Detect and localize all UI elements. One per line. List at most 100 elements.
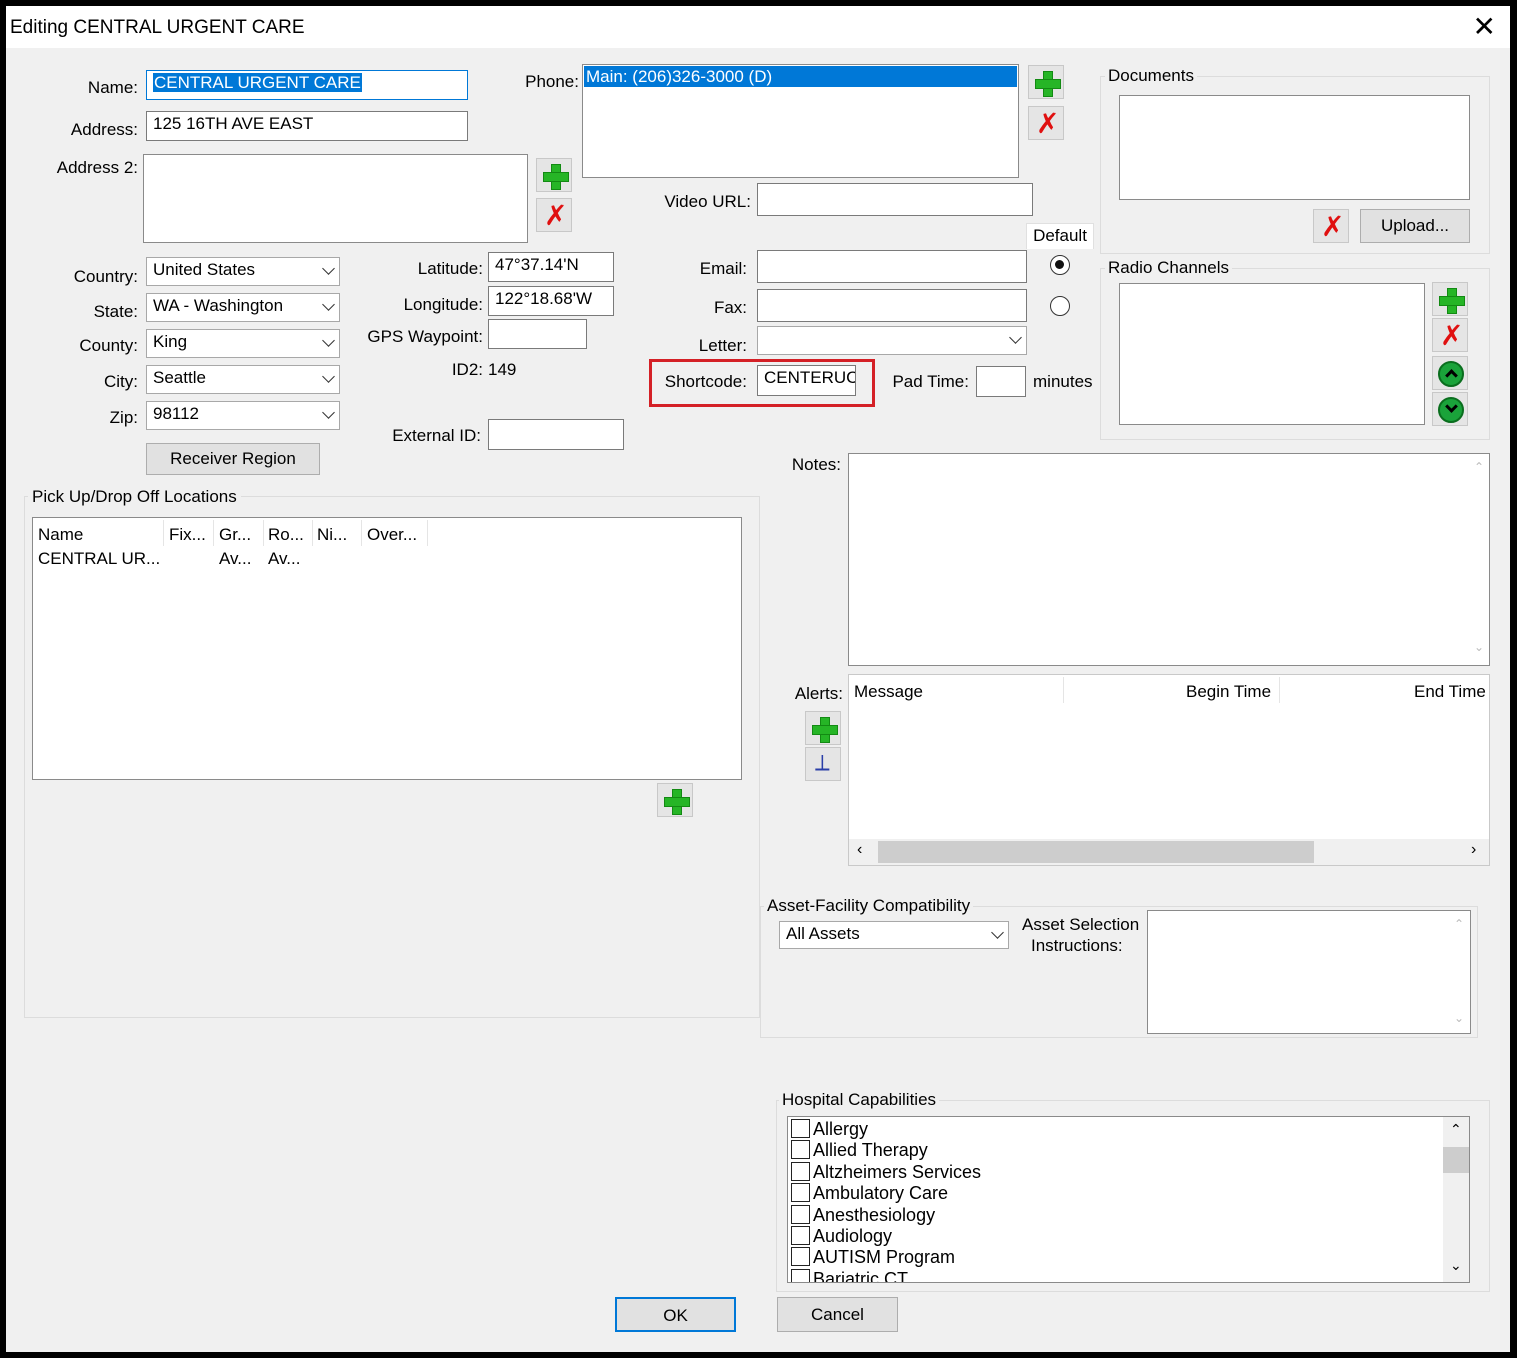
column-header-fix[interactable]: Fix... [169,525,206,545]
move-down-button[interactable] [1432,392,1468,426]
checkbox[interactable] [791,1247,810,1267]
table-row[interactable]: CENTRAL UR... Av... Av... [33,546,733,572]
notes-textarea[interactable]: ⌃ ⌄ [848,453,1490,666]
scroll-left-icon[interactable]: ‹ [857,841,862,859]
pad-time-unit: minutes [1033,372,1093,391]
radio-channels-title: Radio Channels [1105,258,1232,278]
email-default-radio[interactable] [1050,255,1070,275]
cell-name: CENTRAL UR... [38,549,161,568]
ok-button[interactable]: OK [615,1297,736,1332]
phone-list-item[interactable]: Main: (206)326-3000 (D) [584,66,1017,87]
asset-select[interactable]: All Assets [779,921,1009,949]
checkbox[interactable] [791,1183,810,1203]
longitude-input[interactable]: 122°18.68'W [488,286,614,316]
column-header-over[interactable]: Over... [367,525,417,545]
zip-select[interactable]: 98112 [146,401,340,430]
pad-time-input[interactable] [976,366,1026,397]
capability-item[interactable]: Bariatric CT [791,1268,981,1282]
email-input[interactable] [757,250,1027,283]
move-up-button[interactable] [1432,356,1468,390]
locations-table[interactable]: Name Fix... Gr... Ro... Ni... Over... CE… [32,517,742,780]
alerts-hscrollbar[interactable]: ‹ › [849,839,1489,865]
capability-item[interactable]: Altzheimers Services [791,1161,981,1183]
receiver-region-button[interactable]: Receiver Region [146,443,320,475]
checkbox[interactable] [791,1119,810,1138]
capability-item[interactable]: Anesthesiology [791,1204,981,1226]
checkbox[interactable] [791,1161,810,1181]
add-address-button[interactable] [536,158,572,192]
video-url-input[interactable] [757,183,1033,216]
state-select[interactable]: WA - Washington [146,293,340,322]
asset-instructions-label-2: Instructions: [1031,936,1123,955]
capability-item[interactable]: Allergy [791,1119,981,1140]
alerts-column-end-time[interactable]: End Time [1414,682,1486,702]
capability-item[interactable]: Audiology [791,1225,981,1247]
name-label: Name: [87,78,138,97]
scroll-up-icon[interactable]: ⌃ [1450,1121,1462,1138]
external-id-input[interactable] [488,419,624,450]
add-phone-button[interactable] [1028,65,1064,99]
city-select[interactable]: Seattle [146,365,340,394]
capability-label: Allied Therapy [813,1140,928,1161]
capabilities-list[interactable]: Allergy Allied Therapy Altzheimers Service… [787,1116,1470,1283]
checkbox[interactable] [791,1140,810,1160]
phone-list[interactable]: Main: (206)326-3000 (D) [582,64,1019,178]
address2-input[interactable] [143,154,528,243]
alerts-column-begin-time[interactable]: Begin Time [1186,682,1271,702]
column-header-gr[interactable]: Gr... [219,525,251,545]
country-select[interactable]: United States [146,257,340,286]
radio-channels-list[interactable] [1119,283,1425,425]
scroll-up-icon: ⌃ [1453,917,1464,931]
latitude-input[interactable]: 47°37.14'N [488,252,614,282]
checkbox[interactable] [791,1225,810,1245]
delete-phone-button[interactable]: ✗ [1028,106,1064,140]
column-header-name[interactable]: Name [38,525,83,545]
chevron-down-icon [322,334,335,347]
county-select[interactable]: King [146,329,340,358]
documents-list[interactable] [1119,95,1470,200]
asset-instructions-textarea[interactable]: ⌃ ⌄ [1147,910,1471,1034]
checkbox[interactable] [791,1268,810,1282]
shortcode-input[interactable]: CENTERUC [757,365,856,396]
fax-default-radio[interactable] [1050,296,1070,316]
add-radio-channel-button[interactable] [1432,282,1468,316]
column-header-ni[interactable]: Ni... [317,525,347,545]
pad-time-label: Pad Time: [892,372,969,391]
alert-anchor-button[interactable]: ⟂ [805,747,841,781]
name-input[interactable]: CENTRAL URGENT CARE [146,70,468,100]
fax-input[interactable] [757,289,1027,322]
id2-label: ID2: [451,360,483,379]
scroll-down-icon[interactable]: ⌄ [1450,1257,1462,1274]
cancel-button[interactable]: Cancel [777,1297,898,1332]
address-input[interactable]: 125 16TH AVE EAST [146,111,468,141]
delete-address-button[interactable]: ✗ [536,198,572,232]
capabilities-scrollbar[interactable]: ⌃ ⌄ [1443,1117,1469,1282]
scroll-thumb[interactable] [1443,1147,1469,1173]
notes-label: Notes: [791,455,841,474]
city-label: City: [104,372,138,391]
letter-select[interactable] [757,326,1027,355]
arrow-up-icon [1438,361,1464,387]
scroll-thumb[interactable] [878,841,1314,863]
delete-radio-channel-button[interactable]: ✗ [1432,318,1468,352]
add-location-button[interactable] [657,783,693,817]
scroll-right-icon[interactable]: › [1471,841,1476,859]
alerts-column-message[interactable]: Message [854,682,923,702]
city-value: Seattle [153,368,206,387]
capability-item[interactable]: Allied Therapy [791,1140,981,1161]
delete-icon: ✗ [1036,107,1060,140]
documents-title: Documents [1105,66,1197,86]
longitude-label: Longitude: [403,295,483,314]
column-header-ro[interactable]: Ro... [268,525,304,545]
add-alert-button[interactable] [805,711,841,745]
upload-button[interactable]: Upload... [1360,209,1470,243]
close-icon[interactable]: ✕ [1473,10,1496,44]
alerts-table[interactable]: Message Begin Time End Time ‹ › [848,674,1490,866]
checkbox[interactable] [791,1204,810,1224]
gps-waypoint-input[interactable] [488,319,587,349]
delete-document-button[interactable]: ✗ [1313,209,1349,243]
capability-item[interactable]: Ambulatory Care [791,1183,981,1204]
locations-title: Pick Up/Drop Off Locations [28,487,241,507]
capability-item[interactable]: AUTISM Program [791,1247,981,1268]
notes-scrollbar[interactable]: ⌃ ⌄ [1471,454,1489,665]
